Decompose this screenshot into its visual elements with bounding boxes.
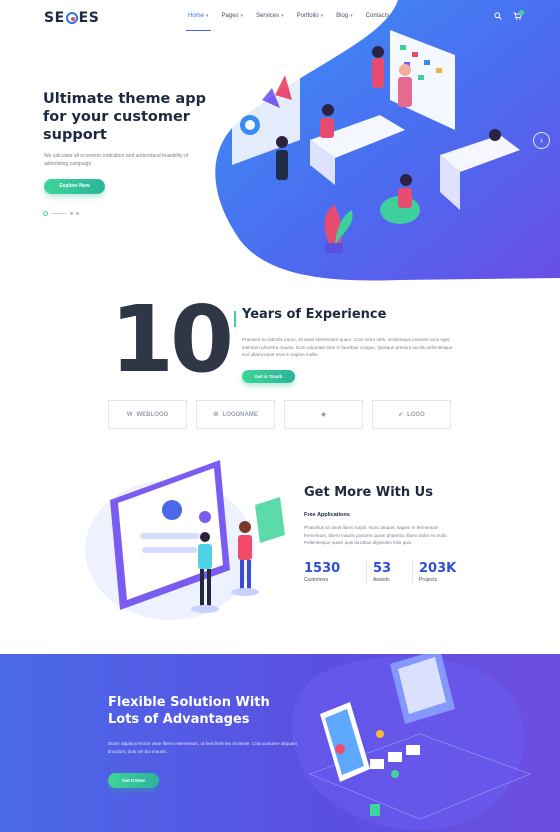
experience-number: 10 [110,286,234,393]
nav-item-label: Contacts [365,13,390,19]
get-more-subtitle: Free Applications [304,512,350,518]
get-more-illustration [85,460,285,620]
cart-icon[interactable] [513,10,524,21]
experience-text: Praesent eu lobortis purus, sit amet ele… [242,337,453,357]
get-in-touch-button[interactable]: Get in Touch [242,370,295,383]
nav-item-label: Home [188,13,205,19]
flexible-section: Flexible Solution With Lots of Advantage… [0,654,560,832]
explore-now-button[interactable]: Explore Now [44,179,105,194]
partner-logo-name: LOGO [407,411,425,418]
hero-section: SE ES Home ▾ Pages ▾ Services ▾ Portfolio ▾ … [0,0,560,290]
hero-slider-dots [43,211,79,216]
nav-item-label: Services [256,13,280,19]
logo-text-right: ES [78,10,100,26]
main-nav: Home ▾ Pages ▾ Services ▾ Portfolio ▾ Blog ▾ … [186,13,402,31]
nav-item-label: Blog [336,13,349,19]
stat-value: 203K [419,561,457,576]
slider-dot-active[interactable] [43,211,48,216]
stat-value: 53 [373,561,392,576]
chevron-down-icon: ▾ [281,13,284,19]
hero-background-blob [215,0,560,281]
stat-projects: 203K Projects [412,560,466,583]
title-accent-bar [234,311,236,327]
stat-value: 1530 [304,561,341,576]
flexible-illustration [291,654,531,831]
partner-logo-mark-icon: ◆ [321,412,326,418]
nav-item-label: Pages [221,13,239,19]
partner-logo-mark-icon: ⚙ [213,412,219,418]
nav-item-label: Portfolio [296,13,319,19]
chevron-down-icon: ▾ [350,13,353,19]
slider-next-arrow-icon[interactable]: › [533,132,550,149]
brand-logo[interactable]: SE ES [44,10,99,26]
nav-item-blog[interactable]: Blog ▾ [336,13,353,19]
stat-label: Customers [304,577,329,583]
chevron-down-icon: ▾ [320,13,324,19]
slider-progress-line [51,213,67,214]
slider-dot[interactable] [76,212,79,215]
partner-logo[interactable]: ⚙ LOGONAME [196,400,275,429]
flexible-text: Etiam dapibus lectus vitae libero elemen… [108,741,297,754]
hero-subtitle: We calculate all economic indicators and… [44,153,189,167]
cart-badge [519,10,524,15]
flexible-title: Flexible Solution With Lots of Advantage… [108,695,270,727]
chevron-down-icon: ▾ [240,13,244,19]
stat-label: Awards [373,577,390,583]
partner-logo-mark-icon: W [126,411,133,418]
nav-item-pages[interactable]: Pages ▾ [222,13,244,19]
slider-dot[interactable] [70,212,73,215]
get-more-title: Get More With Us [304,485,433,500]
partner-logo-name: LOGONAME [222,411,258,418]
search-icon[interactable] [494,12,503,21]
nav-item-contacts[interactable]: Contacts [366,13,390,19]
stat-awards: 53 Awards [366,560,412,583]
get-it-now-button[interactable]: Get It Now [108,773,159,788]
stat-label: Projects [419,577,438,583]
chevron-down-icon: ▾ [206,13,209,19]
stat-customers: 1530 Customers [304,560,366,583]
experience-title: Years of Experience [242,307,387,322]
nav-item-home[interactable]: Home ▾ [186,13,211,31]
logo-mark-icon [65,12,78,24]
get-more-text: Phasellus sit amet libero turpis. Nunc a… [304,525,448,545]
nav-item-services[interactable]: Services ▾ [256,13,284,19]
stats-row: 1530 Customers 53 Awards 203K Projects [304,560,466,583]
nav-item-portfolio[interactable]: Portfolio ▾ [297,13,324,19]
hero-title: Ultimate theme app for your customer sup… [43,91,206,143]
partner-logo[interactable]: ◆ [284,400,363,429]
partner-logo-name: WEBLOGO [136,411,169,418]
partner-logos: W WEBLOGO ⚙ LOGONAME ◆ ➶ LOGO [108,400,451,429]
partner-logo[interactable]: ➶ LOGO [372,400,451,429]
logo-text-left: SE [44,10,65,26]
partner-logo[interactable]: W WEBLOGO [108,400,187,429]
header-actions [494,10,524,21]
partner-logo-mark-icon: ➶ [398,412,404,418]
